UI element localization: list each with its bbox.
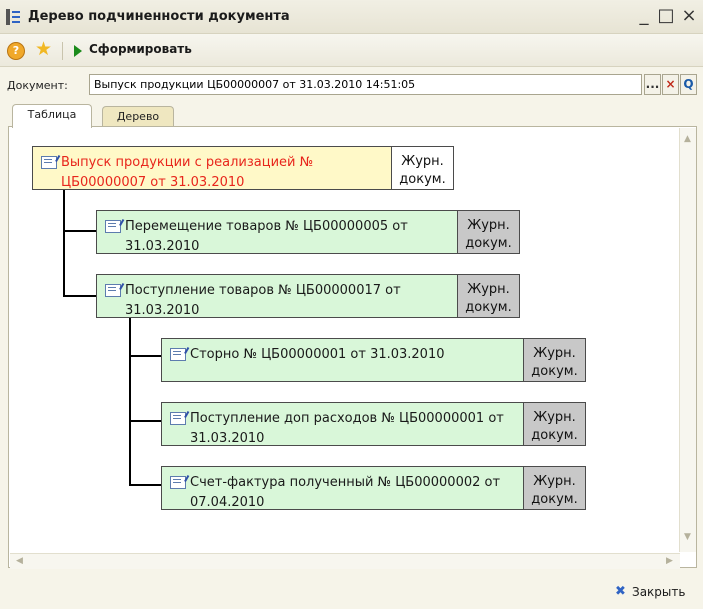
journal-button[interactable]: Журн. докум.	[523, 403, 585, 445]
tree-connector	[129, 317, 131, 485]
node-title: Перемещение товаров № ЦБ00000005 от 31.0…	[125, 219, 408, 254]
tab-table[interactable]: Таблица	[12, 104, 92, 128]
favorite-star-icon[interactable]: ★	[35, 38, 52, 60]
journal-button[interactable]: Журн. докум.	[391, 147, 453, 189]
tab-tree[interactable]: Дерево	[102, 106, 174, 128]
vertical-scrollbar[interactable]: ▲ ▼	[679, 128, 696, 552]
clear-document-button[interactable]: ×	[662, 74, 679, 95]
journal-button[interactable]: Журн. докум.	[457, 275, 519, 317]
tree-connector	[63, 295, 96, 297]
tree-node[interactable]: Перемещение товаров № ЦБ00000005 от 31.0…	[96, 210, 520, 254]
node-title: Счет-фактура полученный № ЦБ00000002 от …	[190, 475, 501, 510]
tree-app-icon	[6, 9, 20, 25]
bottom-bar	[0, 574, 703, 609]
tree-window: Дерево подчиненности документа _ □ × ? ★…	[0, 0, 703, 609]
tree-connector	[63, 189, 65, 296]
tree-node[interactable]: Поступление доп расходов № ЦБ00000001 от…	[161, 402, 586, 446]
close-icon[interactable]: ✖	[615, 584, 626, 599]
tree-connector	[129, 355, 161, 357]
close-button[interactable]: Закрыть	[632, 585, 685, 599]
document-icon	[170, 476, 186, 489]
help-button[interactable]: ?	[7, 42, 25, 60]
close-window-button[interactable]: ×	[679, 6, 699, 26]
window-title: Дерево подчиненности документа	[28, 9, 290, 24]
node-title: Выпуск продукции с реализацией № ЦБ00000…	[61, 155, 314, 190]
node-title: Поступление доп расходов № ЦБ00000001 от…	[190, 411, 504, 446]
minimize-button[interactable]: _	[634, 6, 654, 26]
form-button[interactable]: Сформировать	[89, 42, 192, 56]
document-icon	[170, 348, 186, 361]
node-title: Сторно № ЦБ00000001 от 31.03.2010	[190, 347, 445, 362]
document-label: Документ:	[7, 79, 68, 92]
document-icon	[105, 284, 121, 297]
journal-button[interactable]: Журн. докум.	[457, 211, 519, 253]
tree-connector	[63, 230, 96, 232]
tree-connector	[129, 484, 161, 486]
tree-node[interactable]: Поступление товаров № ЦБ00000017 от 31.0…	[96, 274, 520, 318]
toolbar-separator	[62, 42, 63, 60]
document-field[interactable]: Выпуск продукции ЦБ00000007 от 31.03.201…	[89, 74, 642, 95]
select-document-button[interactable]: ...	[644, 74, 661, 95]
document-icon	[170, 412, 186, 425]
node-title: Поступление товаров № ЦБ00000017 от 31.0…	[125, 283, 401, 318]
open-document-button[interactable]: Q	[680, 74, 697, 95]
scroll-left-icon[interactable]: ◀	[16, 556, 23, 566]
tree-node[interactable]: Сторно № ЦБ00000001 от 31.03.2010 Журн. …	[161, 338, 586, 382]
document-icon	[41, 156, 57, 169]
horizontal-scrollbar[interactable]: ◀ ▶	[10, 553, 680, 569]
toolbar: ? ★ Сформировать	[0, 34, 703, 67]
tree-node-root[interactable]: Выпуск продукции с реализацией № ЦБ00000…	[32, 146, 454, 190]
title-bar: Дерево подчиненности документа _ □ ×	[0, 0, 703, 34]
play-icon[interactable]	[74, 45, 82, 57]
maximize-button[interactable]: □	[656, 6, 676, 26]
document-icon	[105, 220, 121, 233]
scroll-up-icon[interactable]: ▲	[684, 134, 691, 144]
tree-connector	[129, 420, 161, 422]
scroll-right-icon[interactable]: ▶	[666, 556, 673, 566]
scroll-down-icon[interactable]: ▼	[684, 532, 691, 542]
journal-button[interactable]: Журн. докум.	[523, 339, 585, 381]
tree-node[interactable]: Счет-фактура полученный № ЦБ00000002 от …	[161, 466, 586, 510]
journal-button[interactable]: Журн. докум.	[523, 467, 585, 509]
